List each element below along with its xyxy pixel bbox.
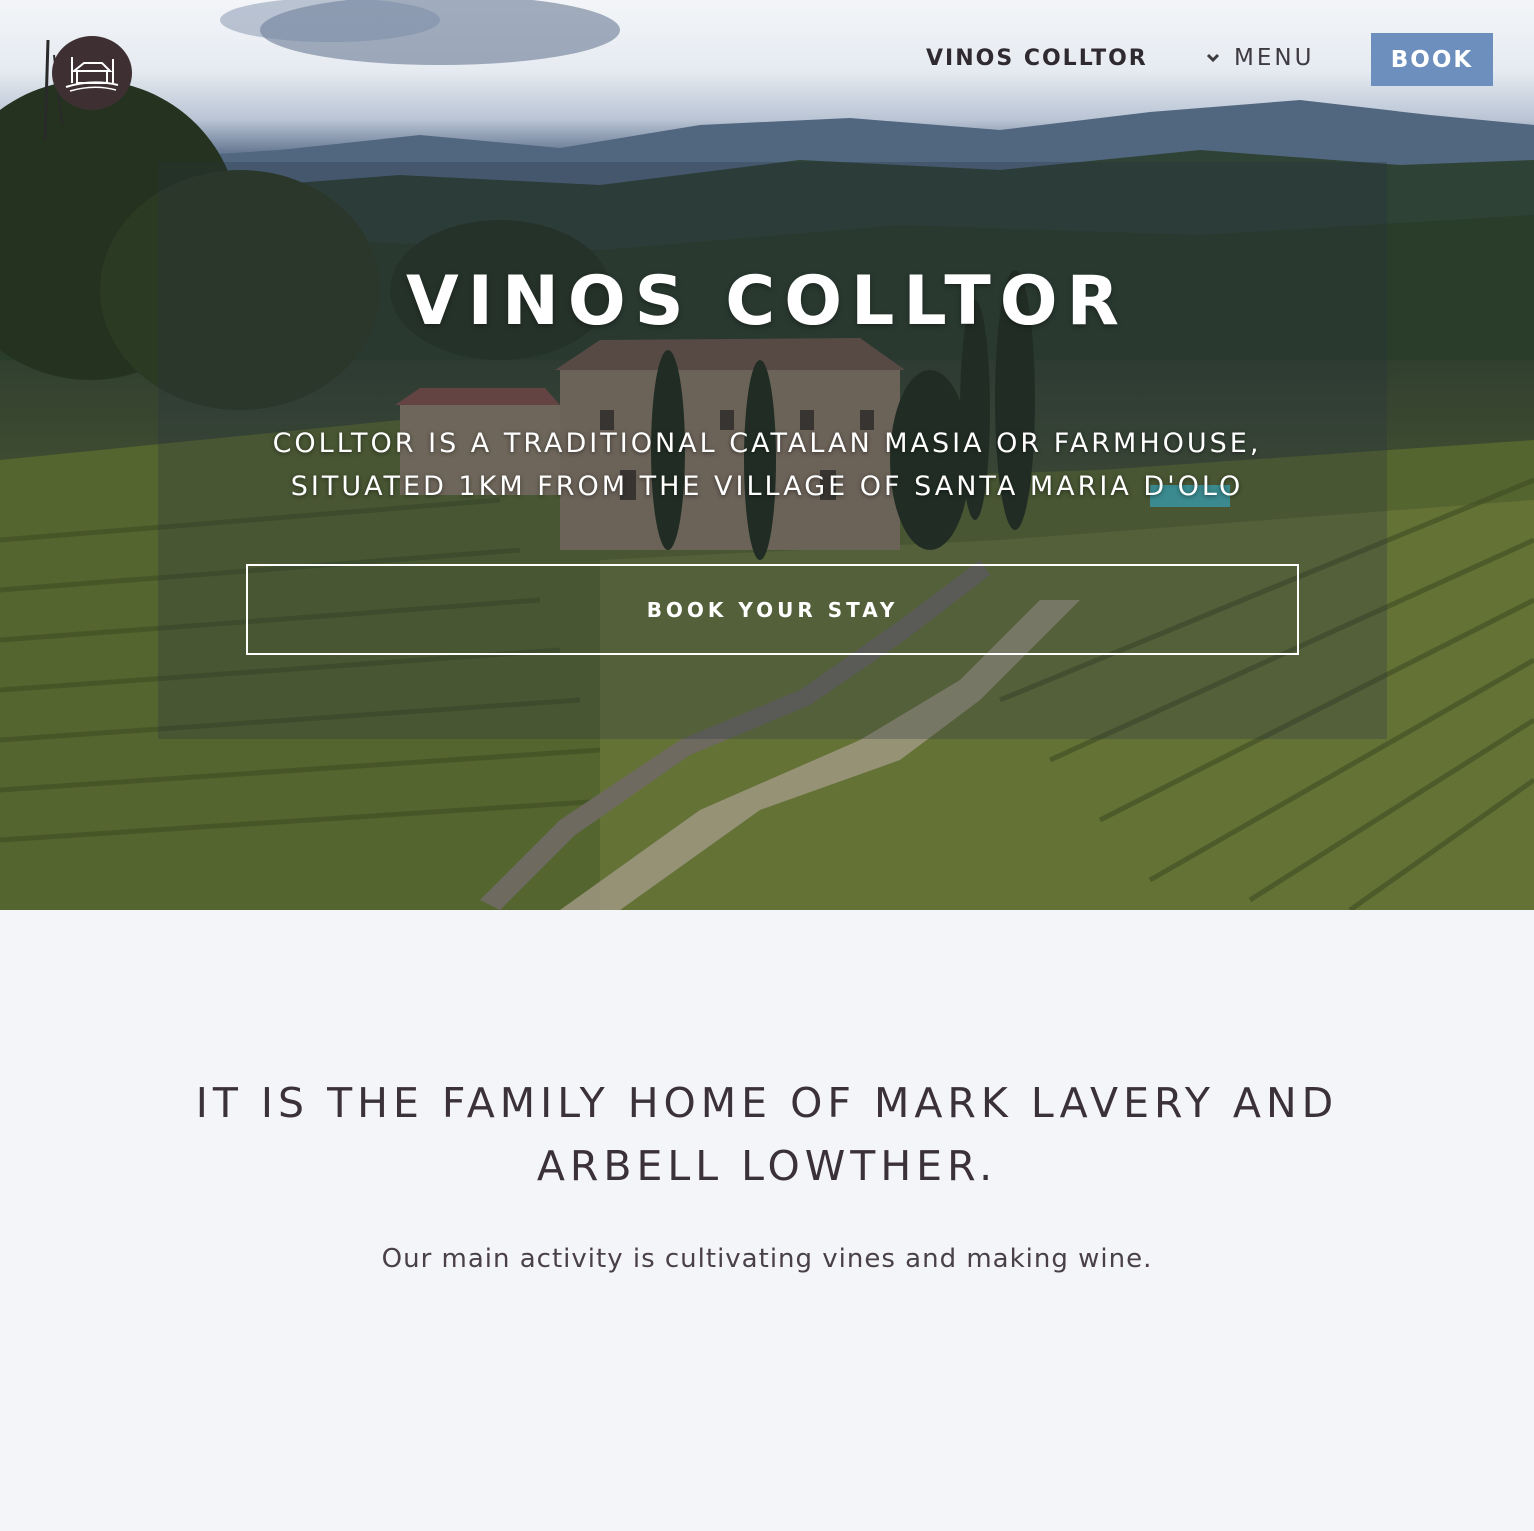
chevron-down-icon: [1206, 53, 1220, 63]
hero-subtitle-line-2: SITUATED 1KM FROM THE VILLAGE OF SANTA M…: [290, 471, 1244, 502]
hero-subtitle-line-1: COLLTOR IS A TRADITIONAL CATALAN MASIA O…: [272, 428, 1262, 459]
nav-brand-link[interactable]: VINOS COLLTOR: [926, 46, 1148, 71]
site-logo[interactable]: [52, 36, 132, 110]
book-button[interactable]: BOOK: [1371, 33, 1493, 86]
intro-text: Our main activity is cultivating vines a…: [381, 1244, 1153, 1274]
book-your-stay-button[interactable]: BOOK YOUR STAY: [246, 564, 1299, 655]
intro-heading-line-1: IT IS THE FAMILY HOME OF MARK LAVERY AND: [195, 1079, 1339, 1127]
intro-heading-line-2: ARBELL LOWTHER.: [536, 1142, 998, 1190]
intro-heading: IT IS THE FAMILY HOME OF MARK LAVERY AND…: [150, 1072, 1384, 1198]
farmhouse-logo-icon: [65, 57, 119, 92]
hero-subtitle: COLLTOR IS A TRADITIONAL CATALAN MASIA O…: [0, 422, 1534, 508]
menu-label: MENU: [1234, 45, 1315, 71]
menu-toggle[interactable]: MENU: [1206, 45, 1314, 71]
hero-title: VINOS COLLTOR: [406, 262, 1128, 341]
